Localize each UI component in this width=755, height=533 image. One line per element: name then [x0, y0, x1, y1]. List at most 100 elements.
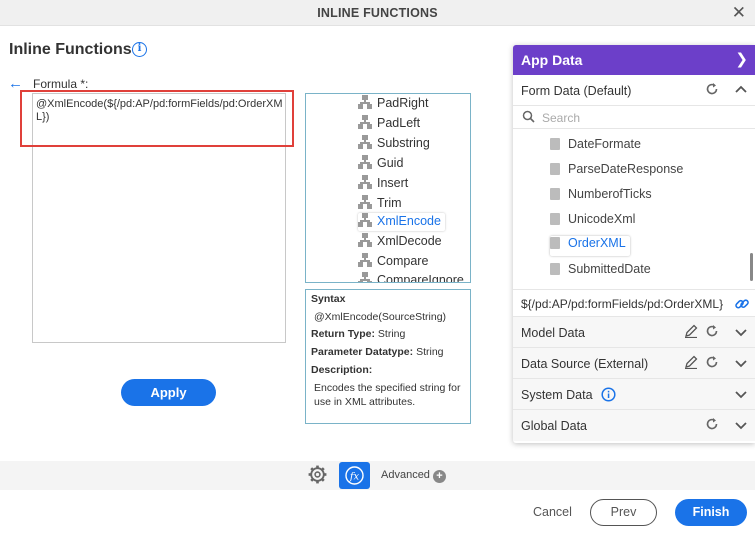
refresh-icon[interactable] [705, 82, 719, 96]
function-label: Insert [377, 176, 409, 190]
function-label: PadLeft [377, 116, 421, 130]
function-label: XmlEncode [377, 214, 441, 228]
info-icon[interactable] [601, 387, 616, 402]
section-label: Global Data [521, 419, 588, 433]
section-label: Data Source (External) [521, 357, 649, 371]
tree-icon [358, 213, 372, 227]
description-text: Encodes the specified string for use in … [314, 382, 461, 408]
function-list[interactable]: PadRight PadLeft Substring Guid Insert T… [305, 93, 471, 283]
chevron-up-icon[interactable] [735, 84, 747, 94]
function-label: Substring [377, 136, 430, 150]
function-label: Trim [377, 196, 402, 210]
function-label: CompareIgnore… [377, 273, 471, 283]
data-source-section[interactable]: Data Source (External) [513, 348, 755, 379]
function-label: PadRight [377, 96, 429, 110]
function-label: Guid [377, 156, 404, 170]
close-icon[interactable]: ✕ [732, 3, 746, 23]
data-field-item[interactable]: ParseDateResponse [550, 162, 683, 182]
apply-button[interactable]: Apply [121, 379, 216, 406]
chevron-down-icon[interactable] [735, 421, 747, 431]
chevron-down-icon[interactable] [735, 328, 747, 338]
data-field-item[interactable]: NumberofTicks [550, 187, 652, 207]
function-item[interactable]: Compare [358, 253, 428, 271]
function-item[interactable]: Insert [358, 175, 408, 193]
return-type-label: Return Type: [311, 328, 375, 340]
section-label: Model Data [521, 326, 585, 340]
search-icon [522, 110, 535, 123]
field-icon [550, 237, 560, 249]
global-data-section[interactable]: Global Data [513, 410, 755, 441]
param-type-value: String [416, 346, 444, 358]
function-item[interactable]: XmlDecode [358, 233, 442, 251]
syntax-signature: @XmlEncode(SourceString) [314, 311, 447, 323]
function-item-selected[interactable]: XmlEncode [358, 213, 445, 231]
app-data-panel: App Data ❯ Form Data (Default) Search Da… [513, 45, 755, 443]
data-field-label: SubmittedDate [568, 262, 651, 276]
return-type-value: String [377, 328, 406, 340]
fx-icon: fx [345, 466, 364, 485]
function-item[interactable]: PadLeft [358, 115, 420, 133]
function-item[interactable]: Substring [358, 135, 430, 153]
data-field-item[interactable]: DateFormate [550, 137, 641, 157]
tree-icon [358, 175, 372, 189]
syntax-panel: Syntax @XmlEncode(SourceString) Return T… [305, 289, 471, 424]
chevron-down-icon[interactable] [735, 390, 747, 400]
svg-text:fx: fx [349, 472, 360, 483]
refresh-icon[interactable] [705, 355, 719, 369]
data-field-label: NumberofTicks [568, 187, 652, 201]
tree-icon [358, 95, 372, 109]
prev-button[interactable]: Prev [590, 499, 657, 526]
plus-icon[interactable]: + [433, 470, 446, 483]
field-icon [550, 138, 560, 150]
search-field[interactable]: Search [513, 107, 755, 129]
field-icon [550, 163, 560, 175]
inline-functions-button[interactable]: fx [339, 462, 370, 489]
syntax-title: Syntax [311, 293, 346, 305]
chevron-down-icon[interactable] [735, 359, 747, 369]
bottom-toolbar [0, 461, 755, 490]
data-field-label: ParseDateResponse [568, 162, 684, 176]
edit-icon[interactable] [684, 355, 698, 369]
scrollbar[interactable] [750, 253, 753, 281]
param-type-row: Parameter Datatype: String [311, 346, 444, 358]
field-icon [550, 213, 560, 225]
function-item[interactable]: Trim [358, 195, 402, 213]
tree-icon [358, 115, 372, 129]
data-path-text[interactable]: ${/pd:AP/pd:formFields/pd:OrderXML} [521, 297, 731, 311]
advanced-label[interactable]: Advanced [381, 469, 430, 481]
finish-button[interactable]: Finish [675, 499, 747, 526]
page-title: Inline Functions [9, 41, 132, 58]
link-icon[interactable] [734, 296, 750, 312]
data-field-item[interactable]: SubmittedDate [550, 262, 651, 282]
info-icon[interactable]: i [132, 42, 147, 57]
return-type-row: Return Type: String [311, 328, 405, 340]
data-field-label: OrderXML [568, 236, 626, 250]
form-data-section[interactable]: Form Data (Default) [513, 75, 755, 106]
function-item[interactable]: PadRight [358, 95, 428, 113]
data-field-item-selected[interactable]: OrderXML [550, 236, 630, 256]
search-placeholder: Search [542, 111, 581, 125]
tree-icon [358, 272, 372, 282]
edit-icon[interactable] [684, 324, 698, 338]
cancel-button[interactable]: Cancel [533, 505, 572, 519]
tree-icon [358, 155, 372, 169]
data-path-row: ${/pd:AP/pd:formFields/pd:OrderXML} [513, 289, 755, 317]
field-icon [550, 188, 560, 200]
refresh-icon[interactable] [705, 417, 719, 431]
chevron-right-icon[interactable]: ❯ [735, 50, 748, 68]
gear-icon[interactable] [307, 464, 328, 485]
function-item[interactable]: Guid [358, 155, 403, 173]
refresh-icon[interactable] [705, 324, 719, 338]
section-label: System Data [521, 388, 593, 402]
function-label: Compare [377, 254, 429, 268]
function-label: XmlDecode [377, 234, 442, 248]
tree-icon [358, 253, 372, 267]
function-item[interactable]: CompareIgnore… [358, 272, 471, 283]
form-data-label: Form Data (Default) [521, 84, 632, 98]
system-data-section[interactable]: System Data [513, 379, 755, 410]
model-data-section[interactable]: Model Data [513, 317, 755, 348]
param-type-label: Parameter Datatype: [311, 346, 414, 358]
data-field-item[interactable]: UnicodeXml [550, 212, 635, 232]
data-field-label: UnicodeXml [568, 212, 636, 226]
app-data-header: App Data ❯ [513, 45, 755, 75]
